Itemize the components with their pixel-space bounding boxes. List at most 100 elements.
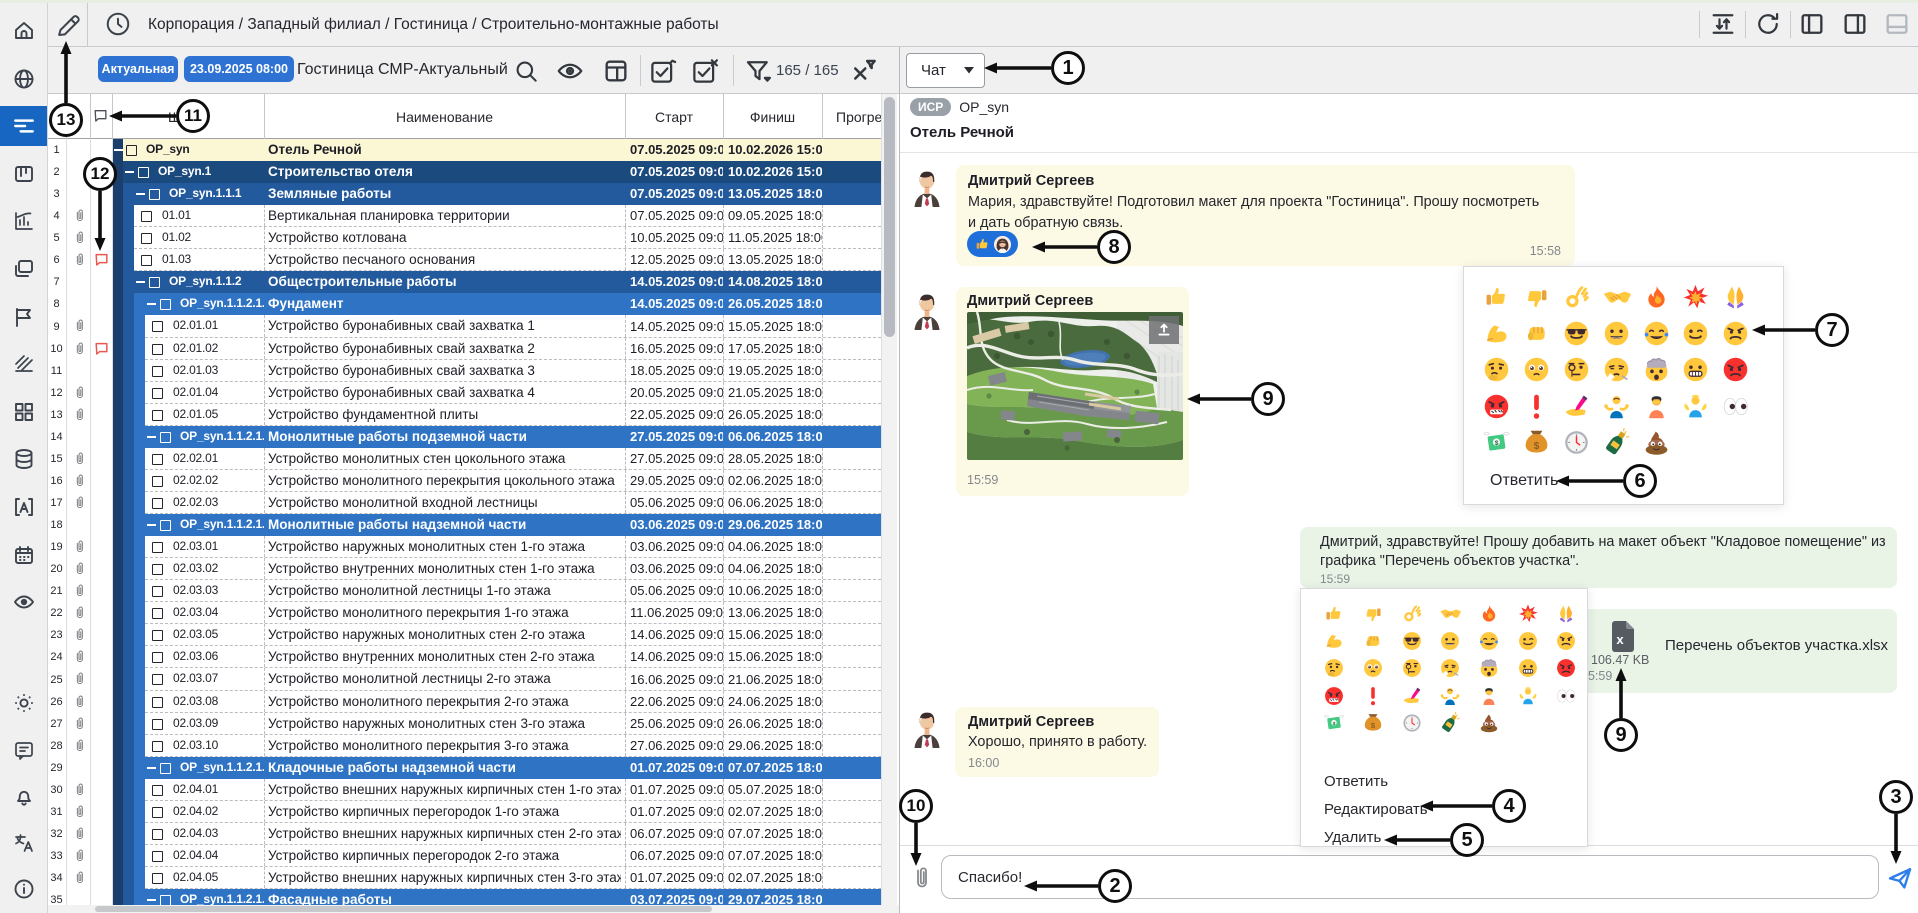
- reaction-chip[interactable]: [967, 231, 1018, 257]
- scrollbar-thumb[interactable]: [884, 97, 895, 337]
- menu-item-reply[interactable]: Ответить: [1324, 773, 1388, 790]
- wbs-row-15[interactable]: 1502.02.01Устройство монолитных стен цок…: [48, 448, 881, 470]
- collapse-toggle[interactable]: [114, 149, 123, 151]
- emoji-angel[interactable]: [1676, 388, 1716, 424]
- row-checkbox[interactable]: [152, 829, 163, 840]
- column-header-finish[interactable]: Финиш: [723, 94, 822, 139]
- emoji-grin[interactable]: [1596, 315, 1636, 351]
- emoji-rage[interactable]: [1716, 352, 1756, 388]
- table-vertical-scrollbar[interactable]: [881, 94, 897, 905]
- emoji-exploding[interactable]: [1636, 352, 1676, 388]
- row-checkbox[interactable]: [152, 498, 163, 509]
- row-checkbox[interactable]: [152, 785, 163, 796]
- wbs-row-19[interactable]: 1902.03.01Устройство наружных монолитных…: [48, 536, 881, 558]
- history-clock-button[interactable]: [103, 9, 133, 39]
- sidebar-grid-icon[interactable]: [11, 399, 37, 425]
- wbs-row-6[interactable]: 601.03Устройство песчаного основания12.0…: [48, 249, 881, 271]
- row-checkbox[interactable]: [152, 542, 163, 553]
- emoji-handshake[interactable]: [1596, 279, 1636, 315]
- emoji-thinking[interactable]: [1315, 655, 1354, 682]
- wbs-row-9[interactable]: 902.01.01Устройство буронабивных свай за…: [48, 315, 881, 338]
- row-checkbox[interactable]: [160, 432, 171, 443]
- emoji-clock[interactable]: [1557, 425, 1597, 461]
- layout-bottom-panel-button[interactable]: [1880, 8, 1914, 40]
- row-checkbox[interactable]: [152, 366, 163, 377]
- row-checkbox[interactable]: [152, 697, 163, 708]
- attachment-paperclip-icon[interactable]: [70, 715, 90, 733]
- wbs-row-14[interactable]: 14OP_syn.1.1.2.1.Монолитные работы подзе…: [48, 426, 881, 448]
- emoji-pleading[interactable]: [1354, 655, 1393, 682]
- row-checkbox[interactable]: [160, 299, 171, 310]
- attachment-paperclip-icon[interactable]: [70, 825, 90, 843]
- attachment-paperclip-icon[interactable]: [70, 207, 90, 225]
- emoji-fire[interactable]: [1470, 600, 1509, 627]
- filter-button[interactable]: [742, 55, 774, 87]
- sidebar-plan-icon[interactable]: [11, 113, 37, 139]
- emoji-writing[interactable]: [1557, 388, 1597, 424]
- wbs-row-7[interactable]: 7OP_syn.1.1.2Общестроительные работы14.0…: [48, 271, 881, 293]
- file-name[interactable]: Перечень объектов участка.xlsx: [1665, 637, 1888, 654]
- wbs-row-17[interactable]: 1702.02.03Устройство монолитной входной …: [48, 492, 881, 514]
- wbs-row-8[interactable]: 8OP_syn.1.1.2.1.Фундамент14.05.2025 09:0…: [48, 293, 881, 315]
- emoji-exclamation[interactable]: [1354, 682, 1393, 709]
- table-horizontal-scrollbar[interactable]: [48, 905, 899, 913]
- attachment-paperclip-icon[interactable]: [70, 847, 90, 865]
- breadcrumb[interactable]: Корпорация / Западный филиал / Гостиница…: [148, 3, 719, 46]
- emoji-wink[interactable]: [1676, 315, 1716, 351]
- emoji-eyes[interactable]: [1716, 388, 1756, 424]
- emoji-handshake[interactable]: [1431, 600, 1470, 627]
- wbs-row-10[interactable]: 1002.01.02Устройство буронабивных свай з…: [48, 338, 881, 360]
- wbs-row-11[interactable]: 1102.01.03Устройство буронабивных свай з…: [48, 360, 881, 382]
- collapse-toggle[interactable]: [147, 303, 156, 305]
- row-checkbox[interactable]: [152, 652, 163, 663]
- emoji-champagne[interactable]: [1596, 425, 1636, 461]
- sort-button[interactable]: [1706, 8, 1740, 40]
- attachment-paperclip-icon[interactable]: [70, 781, 90, 799]
- emoji-money-bag[interactable]: $: [1354, 710, 1393, 737]
- layout-columns-button[interactable]: [600, 55, 632, 87]
- emoji-thinking[interactable]: [1477, 352, 1517, 388]
- collapse-toggle[interactable]: [147, 899, 156, 901]
- wbs-row-28[interactable]: 2802.03.10Устройство монолитного перекры…: [48, 735, 881, 757]
- attachment-paperclip-icon[interactable]: [70, 626, 90, 644]
- sidebar-text-a-icon[interactable]: [11, 494, 37, 520]
- emoji-grimace[interactable]: [1676, 352, 1716, 388]
- row-checkbox[interactable]: [152, 321, 163, 332]
- row-checkbox[interactable]: [152, 608, 163, 619]
- wbs-row-26[interactable]: 2602.03.08Устройство монолитного перекры…: [48, 691, 881, 713]
- wbs-row-20[interactable]: 2002.03.02Устройство внутренних монолитн…: [48, 558, 881, 580]
- row-checkbox[interactable]: [138, 167, 149, 178]
- sidebar-flag-icon[interactable]: [11, 304, 37, 330]
- wbs-row-24[interactable]: 2402.03.06Устройство внутренних монолитн…: [48, 646, 881, 668]
- sidebar-hatch-icon[interactable]: [11, 351, 37, 377]
- emoji-wink[interactable]: [1508, 627, 1547, 654]
- row-checkbox[interactable]: [160, 895, 171, 906]
- row-checkbox[interactable]: [149, 277, 160, 288]
- column-header-name[interactable]: Наименование: [264, 94, 625, 139]
- emoji-thumbs-down[interactable]: [1354, 600, 1393, 627]
- wbs-row-4[interactable]: 401.01Вертикальная планировка территории…: [48, 205, 881, 227]
- attachment-paperclip-icon[interactable]: [70, 582, 90, 600]
- row-checkbox[interactable]: [126, 145, 137, 156]
- emoji-thumbs-up[interactable]: [1315, 600, 1354, 627]
- row-checkbox[interactable]: [152, 586, 163, 597]
- wbs-row-21[interactable]: 2102.03.03Устройство монолитной лестницы…: [48, 580, 881, 602]
- emoji-shrug[interactable]: [1596, 388, 1636, 424]
- emoji-collision[interactable]: [1508, 600, 1547, 627]
- column-header-start[interactable]: Старт: [625, 94, 723, 139]
- emoji-sunglasses[interactable]: [1557, 315, 1597, 351]
- attachment-paperclip-icon[interactable]: [70, 340, 90, 358]
- row-checkbox[interactable]: [152, 564, 163, 575]
- sidebar-sun-icon[interactable]: [11, 690, 37, 716]
- visibility-button[interactable]: [554, 55, 586, 87]
- wbs-row-2[interactable]: 2OP_syn.1Строительство отеля07.05.2025 0…: [48, 161, 881, 183]
- wbs-row-25[interactable]: 2502.03.07Устройство монолитной лестницы…: [48, 668, 881, 691]
- row-checkbox[interactable]: [152, 674, 163, 685]
- row-checkbox[interactable]: [149, 189, 160, 200]
- attachment-paperclip-icon[interactable]: [70, 406, 90, 424]
- sidebar-chart-icon[interactable]: [11, 208, 37, 234]
- row-checkbox[interactable]: [152, 630, 163, 641]
- emoji-monocle[interactable]: [1557, 352, 1597, 388]
- sidebar-calendar-icon[interactable]: [11, 542, 37, 568]
- attachment-paperclip-icon[interactable]: [70, 494, 90, 512]
